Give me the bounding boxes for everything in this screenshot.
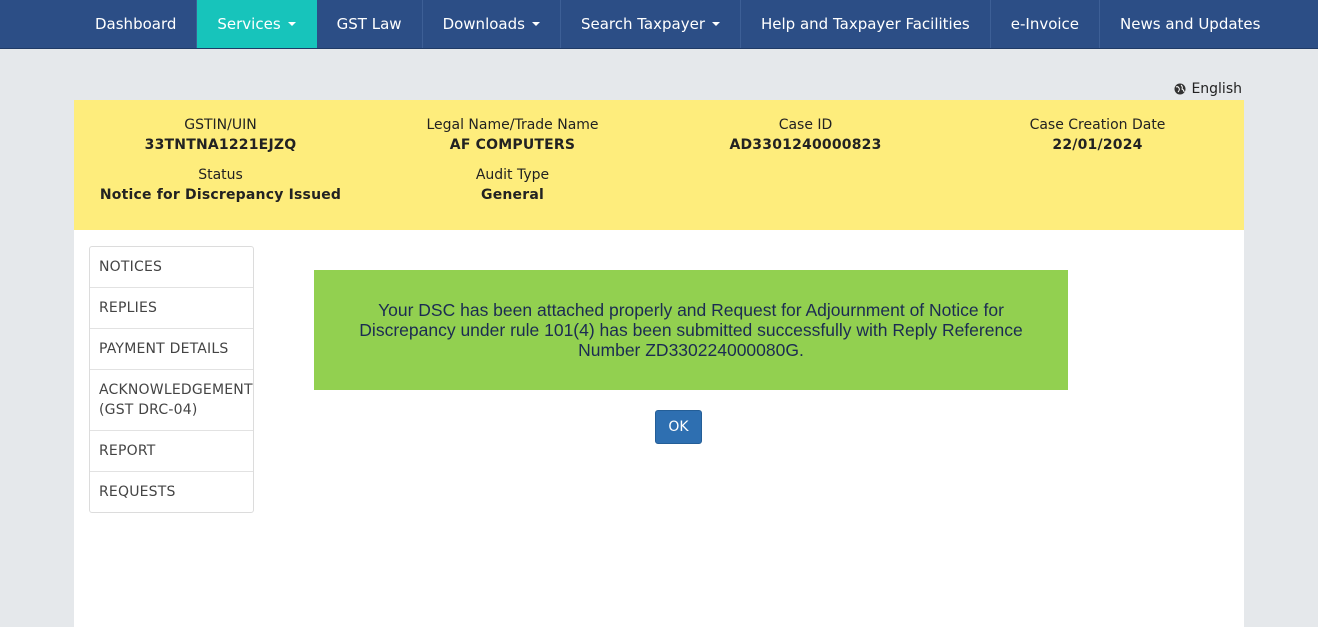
nav-services[interactable]: Services xyxy=(197,0,317,48)
nav-gst-law-label: GST Law xyxy=(336,15,402,33)
status-label: Status xyxy=(198,167,243,183)
legal-name-cell: Legal Name/Trade Name AF COMPUTERS xyxy=(366,116,659,156)
legal-name-label: Legal Name/Trade Name xyxy=(426,117,599,133)
side-nav-payment-details[interactable]: PAYMENT DETAILS xyxy=(90,329,253,370)
nav-search-taxpayer[interactable]: Search Taxpayer xyxy=(561,0,741,48)
caret-down-icon xyxy=(712,22,720,26)
language-selector[interactable]: English xyxy=(1174,81,1242,97)
caret-down-icon xyxy=(287,22,296,26)
legal-name-value: AF COMPUTERS xyxy=(449,137,576,153)
nav-dashboard[interactable]: Dashboard xyxy=(75,0,198,48)
caret-down-icon xyxy=(531,22,540,26)
audit-type-value: General xyxy=(481,187,544,203)
side-nav-acknowledgement-label: ACKNOWLEDGEMENT xyxy=(99,382,253,398)
audit-type-label: Audit Type xyxy=(475,167,550,183)
case-id-label: Case ID xyxy=(778,117,833,133)
side-nav-report[interactable]: REPORT xyxy=(90,431,253,472)
nav-downloads-label: Downloads xyxy=(442,15,525,33)
side-nav-notices-label: NOTICES xyxy=(99,259,163,275)
nav-help-label: Help and Taxpayer Facilities xyxy=(761,15,970,33)
main-navbar: Dashboard Services GST Law Downloads Sea… xyxy=(0,0,1318,49)
case-info-bar: GSTIN/UIN 33TNTNA1221EJZQ Legal Name/Tra… xyxy=(74,100,1244,230)
side-nav-replies[interactable]: REPLIES xyxy=(90,288,253,329)
side-nav-replies-label: REPLIES xyxy=(99,300,158,316)
status-cell: Status Notice for Discrepancy Issued xyxy=(74,166,367,206)
nav-e-invoice[interactable]: e-Invoice xyxy=(991,0,1101,48)
nav-help-taxpayer-facilities[interactable]: Help and Taxpayer Facilities xyxy=(741,0,991,48)
success-alert: Your DSC has been attached properly and … xyxy=(314,270,1068,390)
globe-icon xyxy=(1174,83,1186,95)
gstin-value: 33TNTNA1221EJZQ xyxy=(144,137,297,153)
side-nav-requests[interactable]: REQUESTS xyxy=(90,472,253,512)
success-alert-message: Your DSC has been attached properly and … xyxy=(359,300,1023,360)
case-panel: GSTIN/UIN 33TNTNA1221EJZQ Legal Name/Tra… xyxy=(74,100,1244,627)
status-value: Notice for Discrepancy Issued xyxy=(99,187,342,203)
case-id-value: AD3301240000823 xyxy=(729,137,882,153)
case-id-cell: Case ID AD3301240000823 xyxy=(659,116,952,156)
creation-date-cell: Case Creation Date 22/01/2024 xyxy=(951,116,1244,156)
nav-services-label: Services xyxy=(217,15,281,33)
nav-gst-law[interactable]: GST Law xyxy=(317,0,423,48)
language-label: English xyxy=(1191,81,1242,97)
side-nav-notices[interactable]: NOTICES xyxy=(90,247,253,288)
nav-search-taxpayer-label: Search Taxpayer xyxy=(580,15,705,33)
side-nav: NOTICES REPLIES PAYMENT DETAILS ACKNOWLE… xyxy=(89,246,254,513)
nav-news-updates[interactable]: News and Updates xyxy=(1100,0,1280,48)
audit-type-cell: Audit Type General xyxy=(366,166,659,206)
nav-news-label: News and Updates xyxy=(1120,15,1261,33)
side-nav-acknowledgement-sub: (GST DRC-04) xyxy=(99,402,198,418)
nav-downloads[interactable]: Downloads xyxy=(423,0,561,48)
gstin-label: GSTIN/UIN xyxy=(184,117,257,133)
side-nav-acknowledgement[interactable]: ACKNOWLEDGEMENT (GST DRC-04) xyxy=(90,370,253,431)
nav-e-invoice-label: e-Invoice xyxy=(1010,15,1080,33)
creation-date-value: 22/01/2024 xyxy=(1052,137,1143,153)
side-nav-report-label: REPORT xyxy=(99,443,156,459)
nav-dashboard-label: Dashboard xyxy=(95,15,177,33)
creation-date-label: Case Creation Date xyxy=(1029,117,1166,133)
side-nav-requests-label: REQUESTS xyxy=(99,484,176,500)
gstin-cell: GSTIN/UIN 33TNTNA1221EJZQ xyxy=(74,116,367,156)
side-nav-payment-details-label: PAYMENT DETAILS xyxy=(99,341,229,357)
ok-button[interactable]: OK xyxy=(655,410,702,444)
